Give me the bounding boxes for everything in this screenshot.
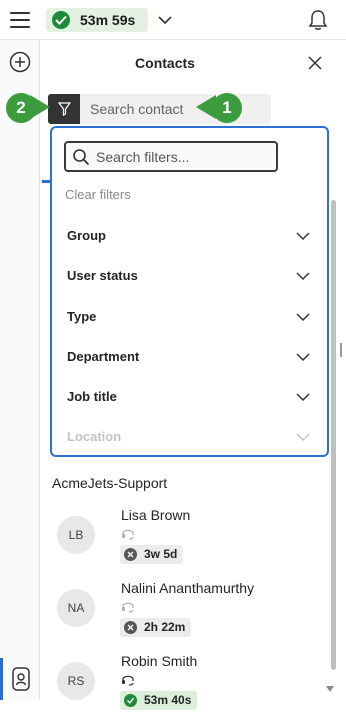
- status-duration: 53m 40s: [144, 693, 192, 707]
- filter-job-title[interactable]: Job title: [52, 377, 327, 417]
- chevron-down-icon: [296, 433, 310, 442]
- scroll-down-arrow-icon[interactable]: [326, 686, 334, 692]
- check-icon: [52, 11, 70, 29]
- status-duration: 3w 5d: [144, 547, 178, 561]
- status-badge: 53m 40s: [120, 691, 198, 710]
- filter-label: Group: [67, 228, 106, 243]
- avatar: NA: [57, 589, 95, 627]
- panel-title: Contacts: [135, 55, 195, 71]
- headset-icon: [122, 602, 134, 613]
- filter-location[interactable]: Location: [52, 417, 327, 455]
- clear-filters-button[interactable]: Clear filters: [65, 187, 131, 202]
- callout-2: 2: [4, 92, 56, 124]
- group-header: AcmeJets-Support: [52, 475, 168, 491]
- chevron-down-icon: [296, 313, 310, 322]
- headset-icon: [122, 675, 134, 686]
- hamburger-menu-icon[interactable]: [10, 12, 30, 28]
- filter-search-input[interactable]: [94, 146, 272, 168]
- status-duration: 2h 22m: [144, 620, 186, 634]
- search-contact-input[interactable]: Search contact: [90, 101, 183, 117]
- callout-number: 1: [212, 93, 242, 123]
- status-badge: 3w 5d: [120, 545, 184, 564]
- filter-label: User status: [67, 268, 138, 283]
- list-item[interactable]: NA Nalini Ananthamurthy 2h 22m: [40, 578, 322, 650]
- chevron-down-icon: [296, 393, 310, 402]
- filter-icon: [58, 102, 71, 116]
- rail-contacts-button[interactable]: [0, 658, 40, 700]
- available-icon: [124, 694, 137, 707]
- status-badge: 2h 22m: [120, 618, 192, 637]
- unavailable-icon: [124, 548, 137, 561]
- contact-name: Robin Smith: [121, 653, 198, 669]
- callout-number: 2: [6, 93, 36, 123]
- scrollbar-thumb[interactable]: [331, 200, 336, 670]
- filter-label: Job title: [67, 389, 117, 404]
- list-item[interactable]: RS Robin Smith 53m 40s: [40, 651, 322, 723]
- headset-icon: [122, 529, 134, 540]
- close-icon[interactable]: [307, 55, 323, 76]
- filter-label: Department: [67, 349, 140, 364]
- contact-name: Lisa Brown: [121, 507, 191, 523]
- top-bar: 53m 59s: [0, 0, 346, 40]
- search-icon: [73, 149, 90, 166]
- resize-handle[interactable]: [340, 343, 342, 357]
- status-timer-text: 53m 59s: [80, 12, 136, 28]
- unavailable-icon: [124, 621, 137, 634]
- callout-1: 1: [196, 92, 248, 124]
- filter-department[interactable]: Department: [52, 337, 327, 377]
- contact-name: Nalini Ananthamurthy: [121, 580, 255, 596]
- chevron-down-icon: [296, 272, 310, 281]
- filter-label: Location: [67, 429, 122, 444]
- filter-group[interactable]: Group: [52, 216, 327, 256]
- active-indicator: [0, 658, 3, 700]
- chevron-down-icon: [296, 353, 310, 362]
- bell-icon[interactable]: [308, 9, 328, 36]
- chevron-down-icon[interactable]: [158, 12, 172, 30]
- avatar: RS: [57, 662, 95, 700]
- add-circle-icon[interactable]: [9, 51, 31, 78]
- filter-label: Type: [67, 309, 97, 324]
- chevron-down-icon: [296, 232, 310, 241]
- filter-user-status[interactable]: User status: [52, 256, 327, 296]
- avatar: LB: [57, 516, 95, 554]
- status-timer-pill[interactable]: 53m 59s: [46, 8, 148, 32]
- left-rail: [0, 40, 40, 700]
- filter-search-box: [64, 141, 278, 172]
- list-item[interactable]: LB Lisa Brown 3w 5d: [40, 505, 322, 577]
- contact-book-icon: [12, 667, 30, 691]
- filters-dropdown: Clear filters Group User status Type Dep…: [50, 126, 329, 457]
- filter-type[interactable]: Type: [52, 297, 327, 337]
